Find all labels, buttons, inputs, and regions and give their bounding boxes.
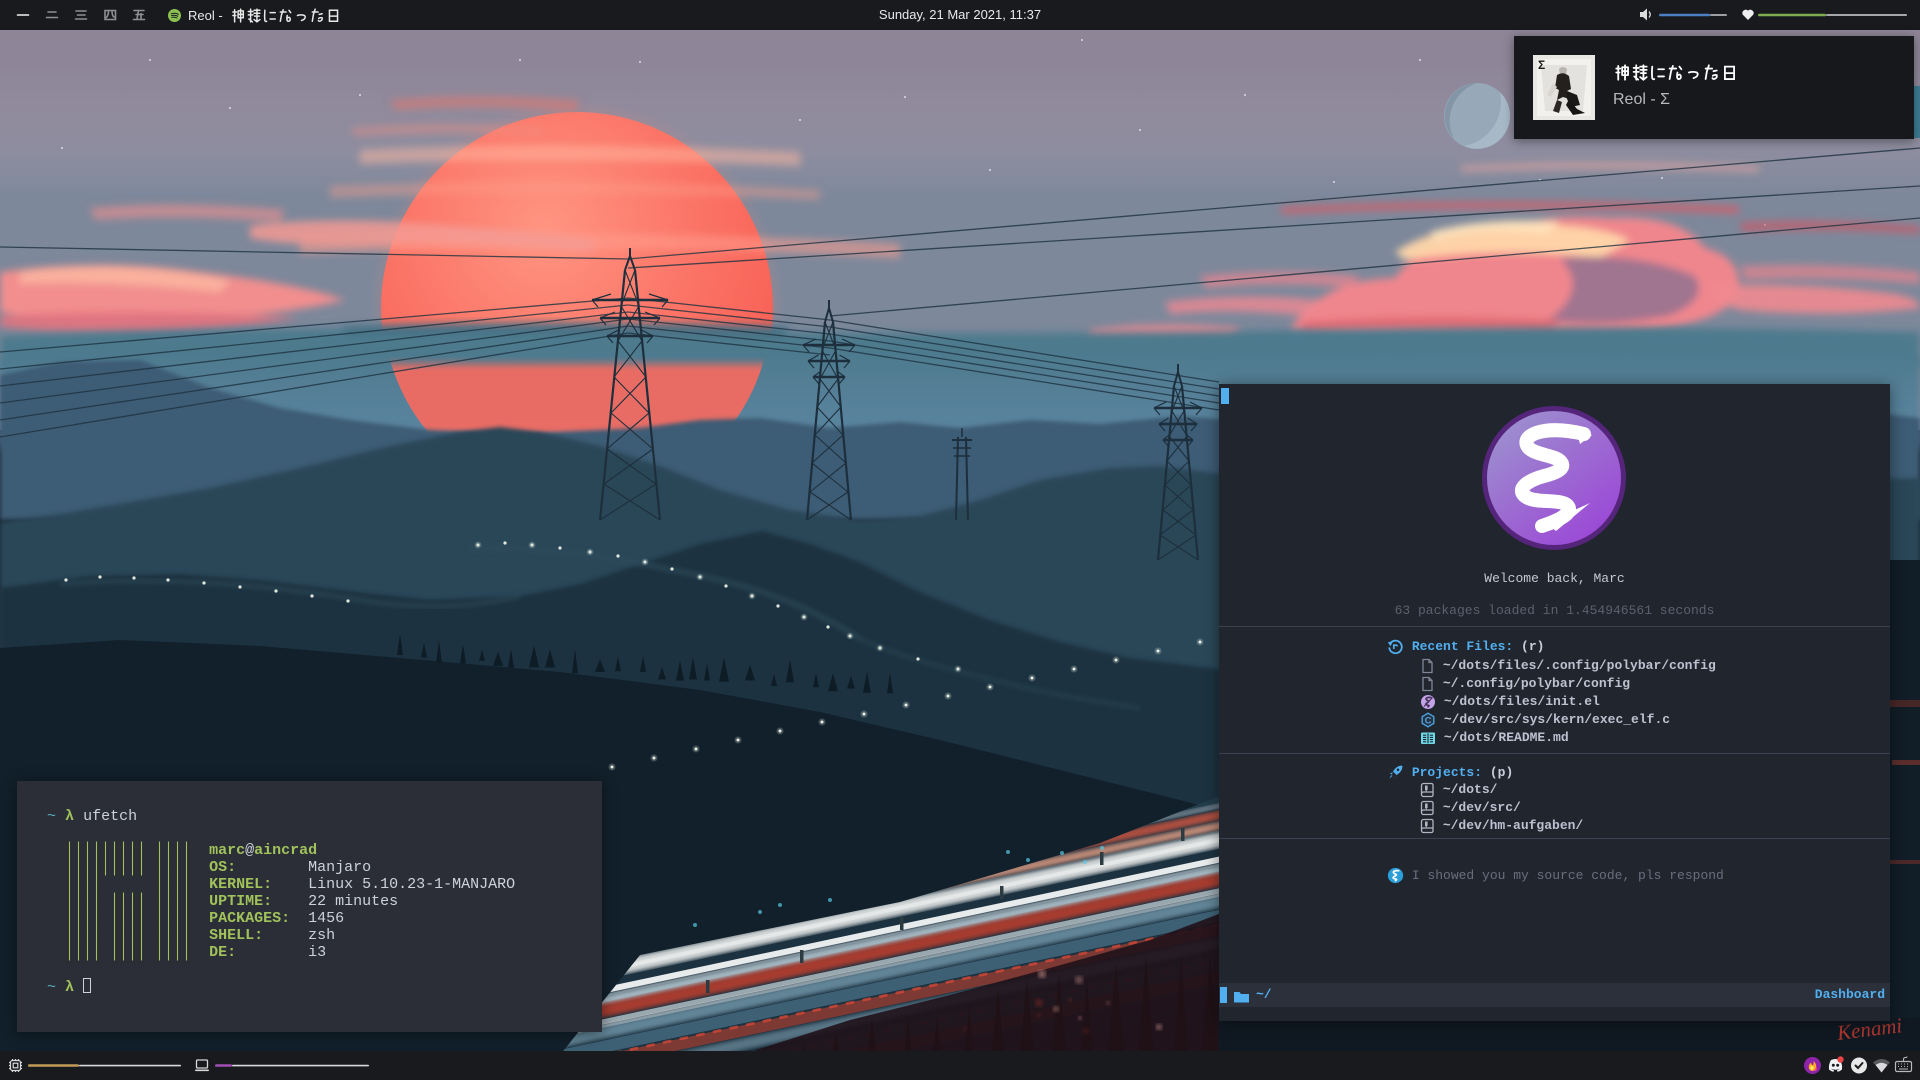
svg-text:Σ: Σ: [1538, 58, 1545, 72]
svg-text:C: C: [1425, 715, 1432, 726]
